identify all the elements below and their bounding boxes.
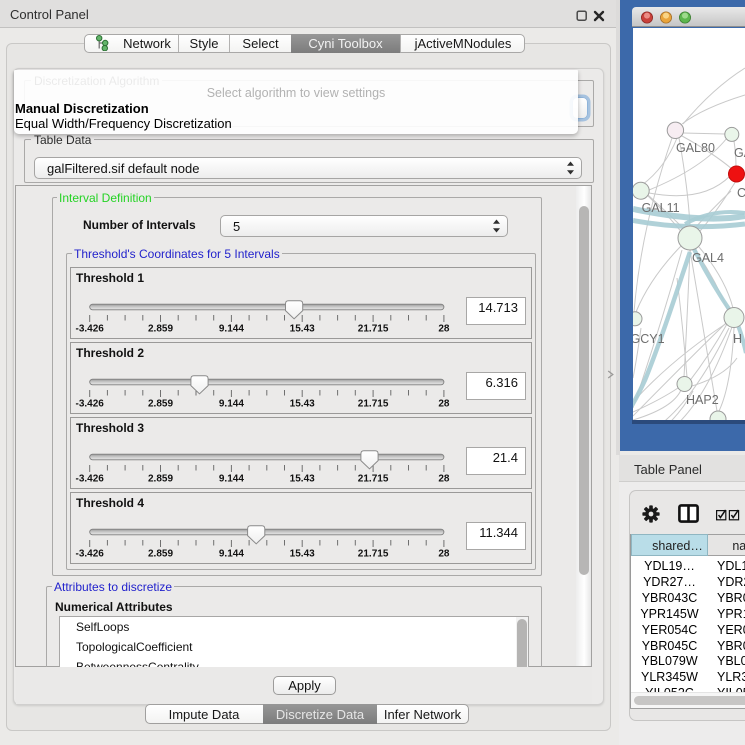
svg-text:GCY1: GCY1 bbox=[633, 332, 665, 346]
svg-text:15.43: 15.43 bbox=[290, 549, 315, 560]
svg-text:9.144: 9.144 bbox=[219, 324, 244, 335]
svg-text:28: 28 bbox=[438, 549, 450, 560]
svg-text:9.144: 9.144 bbox=[219, 474, 244, 485]
svg-text:28: 28 bbox=[438, 399, 450, 410]
svg-text:9.144: 9.144 bbox=[219, 549, 244, 560]
svg-text:GAL4: GAL4 bbox=[692, 251, 724, 265]
svg-text:C: C bbox=[737, 186, 745, 200]
svg-text:H: H bbox=[733, 332, 742, 346]
svg-text:15.43: 15.43 bbox=[290, 474, 315, 485]
svg-text:GA: GA bbox=[734, 146, 745, 160]
svg-text:21.715: 21.715 bbox=[358, 399, 389, 410]
svg-text:2.859: 2.859 bbox=[148, 399, 173, 410]
svg-text:15.43: 15.43 bbox=[290, 324, 315, 335]
svg-text:9.144: 9.144 bbox=[219, 399, 244, 410]
svg-text:HAP2: HAP2 bbox=[686, 393, 719, 407]
svg-text:21.715: 21.715 bbox=[358, 549, 389, 560]
svg-text:15.43: 15.43 bbox=[290, 399, 315, 410]
svg-text:2.859: 2.859 bbox=[148, 474, 173, 485]
svg-text:2.859: 2.859 bbox=[148, 549, 173, 560]
svg-text:-3.426: -3.426 bbox=[76, 399, 105, 410]
svg-text:2.859: 2.859 bbox=[148, 324, 173, 335]
svg-text:GAL80: GAL80 bbox=[676, 141, 715, 155]
svg-text:21.715: 21.715 bbox=[358, 324, 389, 335]
svg-text:-3.426: -3.426 bbox=[76, 549, 105, 560]
svg-text:GAL11: GAL11 bbox=[642, 201, 680, 215]
svg-text:-3.426: -3.426 bbox=[76, 324, 105, 335]
svg-text:21.715: 21.715 bbox=[358, 474, 389, 485]
svg-text:28: 28 bbox=[438, 474, 450, 485]
svg-text:28: 28 bbox=[438, 324, 450, 335]
svg-text:-3.426: -3.426 bbox=[76, 474, 105, 485]
